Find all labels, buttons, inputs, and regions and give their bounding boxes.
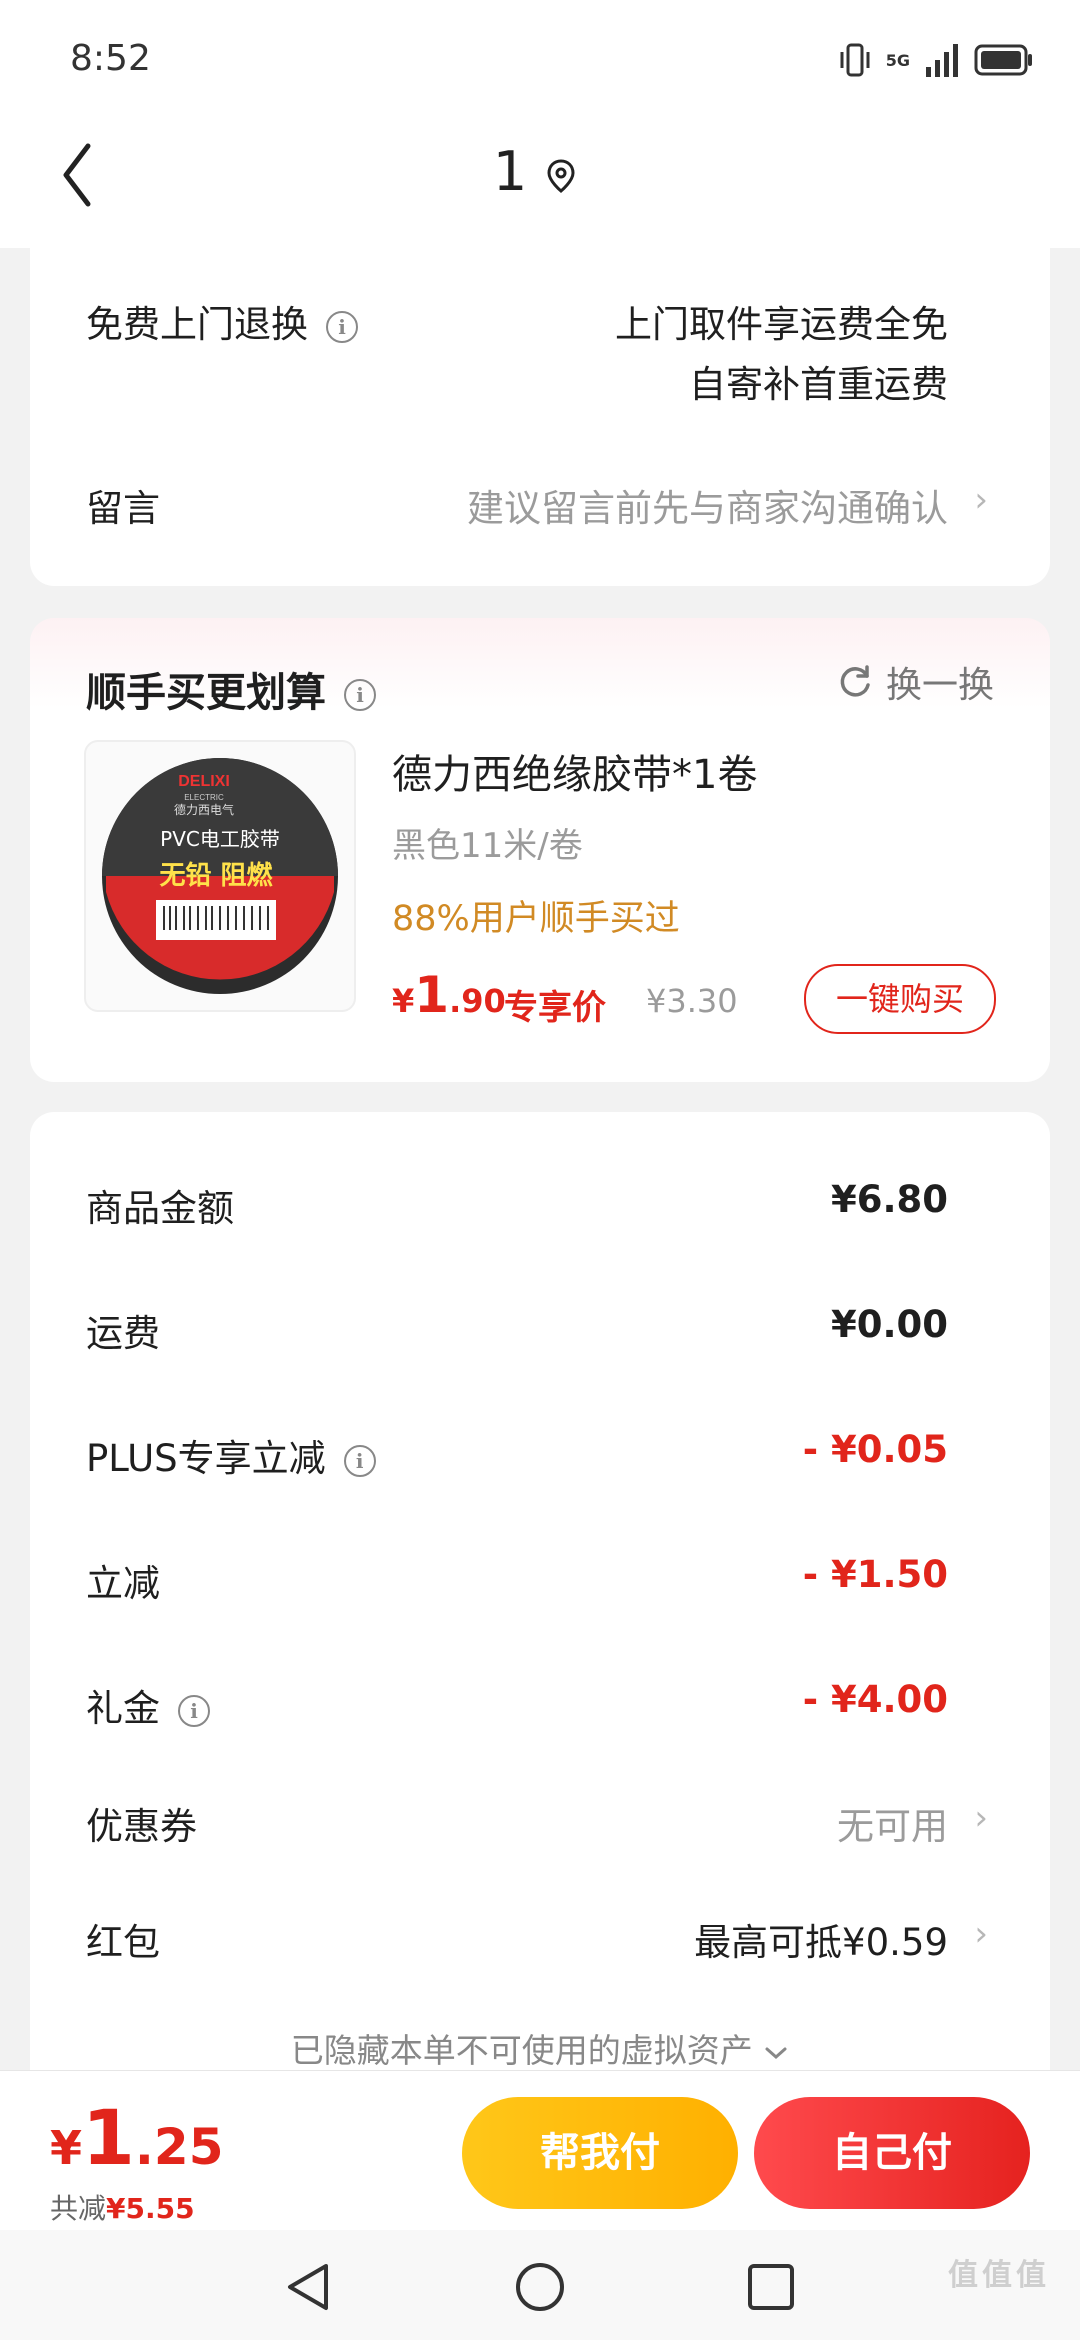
watermark: 值值值: [948, 2258, 1050, 2293]
nav-home-icon[interactable]: [513, 2260, 567, 2314]
message-label: 留言: [86, 487, 160, 530]
one-click-buy-button[interactable]: 一键购买: [804, 964, 996, 1034]
gift-money-row: 礼金 i: [86, 1678, 210, 1732]
instant-discount-label: 立减: [86, 1562, 160, 1605]
social-proof: 88%用户顺手买过: [392, 899, 680, 939]
signal-icon: [926, 44, 958, 77]
chevron-right-icon[interactable]: ›: [974, 1798, 988, 1838]
chevron-down-icon: [765, 2047, 787, 2059]
free-return-label: 免费上门退换: [86, 303, 308, 346]
page-title: 1: [492, 140, 528, 203]
saved-prefix: 共减: [50, 2192, 107, 2225]
info-icon[interactable]: i: [344, 679, 376, 711]
hidden-assets-toggle[interactable]: 已隐藏本单不可使用的虚拟资产: [30, 2024, 1050, 2072]
coupon-label: 优惠券: [86, 1805, 197, 1848]
red-packet-value[interactable]: 最高可抵¥0.59: [694, 1912, 948, 1966]
total-price: ¥1.25: [50, 2093, 223, 2182]
chevron-right-icon[interactable]: ›: [974, 480, 988, 520]
refresh-icon: [840, 665, 870, 697]
status-icons: 5G: [838, 40, 1034, 80]
product-name[interactable]: 德力西绝缘胶带*1卷: [392, 742, 757, 800]
goods-amount-label: 商品金额: [86, 1187, 234, 1230]
plus-discount-row: PLUS专享立减 i: [86, 1428, 376, 1482]
battery-icon: [974, 44, 1032, 76]
product-spec: 黑色11米/卷: [392, 826, 583, 866]
vibrate-icon: [840, 43, 870, 77]
refresh-label: 换一换: [885, 665, 994, 706]
price-int: 1: [414, 966, 450, 1024]
upsell-title-text: 顺手买更划算: [86, 670, 326, 716]
tape-roll-image: DELIXI ELECTRIC 德力西电气 PVC电工胶带 无铅 阻燃: [102, 758, 338, 994]
saved-amount: ¥5.55: [106, 2192, 195, 2225]
system-nav-bar: [0, 2230, 1080, 2340]
network-type: 5G: [885, 50, 910, 70]
plus-discount-label: PLUS专享立减: [86, 1437, 326, 1480]
info-icon[interactable]: i: [326, 310, 358, 343]
nav-recents-icon[interactable]: [744, 2260, 798, 2314]
summary-card: 商品金额 ¥6.80 运费 ¥0.00 PLUS专享立减 i - ¥0.05 立减…: [30, 1112, 1050, 2112]
image-brand-cn: 德力西电气: [174, 802, 234, 817]
refresh-button[interactable]: 换一换: [836, 656, 994, 708]
product-price: ¥1.90: [392, 966, 506, 1024]
price-dec: .90: [449, 982, 506, 1020]
info-icon[interactable]: i: [343, 1444, 376, 1477]
image-line2: 无铅 阻燃: [159, 861, 273, 891]
shipping-value: ¥0.00: [830, 1303, 948, 1346]
image-line1: PVC电工胶带: [160, 827, 280, 851]
chevron-right-icon[interactable]: ›: [974, 1914, 988, 1954]
original-price: ¥3.30: [646, 982, 738, 1020]
free-return-desc-1: 上门取件享运费全免: [615, 303, 948, 346]
gift-money-value: - ¥4.00: [802, 1678, 948, 1721]
status-time: 8:52: [70, 38, 151, 79]
total-symbol: ¥: [50, 2121, 83, 2175]
instant-discount-value: - ¥1.50: [802, 1553, 948, 1596]
gift-money-label: 礼金: [86, 1687, 160, 1730]
price-symbol: ¥: [392, 982, 415, 1020]
red-packet-label: 红包: [86, 1921, 160, 1964]
coupon-value[interactable]: 无可用: [837, 1796, 948, 1850]
header-area: 8:52 5G 1: [0, 0, 1080, 248]
total-dec: .25: [134, 2118, 224, 2176]
pay-bar: ¥1.25 共减¥5.55 帮我付 自己付: [0, 2070, 1080, 2231]
help-pay-button[interactable]: 帮我付: [462, 2097, 738, 2209]
message-input[interactable]: 建议留言前先与商家沟通确认: [467, 478, 948, 532]
price-tag: 专享价: [504, 988, 606, 1028]
goods-amount-value: ¥6.80: [830, 1178, 948, 1221]
nav-back-icon[interactable]: [282, 2260, 336, 2314]
image-brand: DELIXI: [178, 773, 230, 790]
back-icon[interactable]: [58, 140, 98, 210]
info-icon[interactable]: i: [178, 1694, 210, 1727]
upsell-title: 顺手买更划算 i: [86, 660, 376, 718]
hidden-assets-text: 已隐藏本单不可使用的虚拟资产: [290, 2031, 753, 2070]
shipping-label: 运费: [86, 1312, 160, 1355]
location-pin-icon[interactable]: [546, 158, 576, 194]
free-return-desc-2: 自寄补首重运费: [689, 363, 948, 406]
upsell-card: 顺手买更划算 i 换一换 DELIXI ELECTRIC 德力西电气 PVC电工胶…: [30, 618, 1050, 1082]
self-pay-button[interactable]: 自己付: [754, 2097, 1030, 2209]
total-int: 1: [82, 2093, 135, 2182]
service-card: 免费上门退换 i 上门取件享运费全免 自寄补首重运费 留言 建议留言前先与商家沟通…: [30, 248, 1050, 586]
image-brand-sub: ELECTRIC: [184, 793, 224, 802]
product-image[interactable]: DELIXI ELECTRIC 德力西电气 PVC电工胶带 无铅 阻燃: [84, 740, 356, 1012]
plus-discount-value: - ¥0.05: [802, 1428, 948, 1471]
free-return-row: 免费上门退换 i: [86, 294, 358, 348]
total-saved: 共减¥5.55: [50, 2187, 195, 2227]
